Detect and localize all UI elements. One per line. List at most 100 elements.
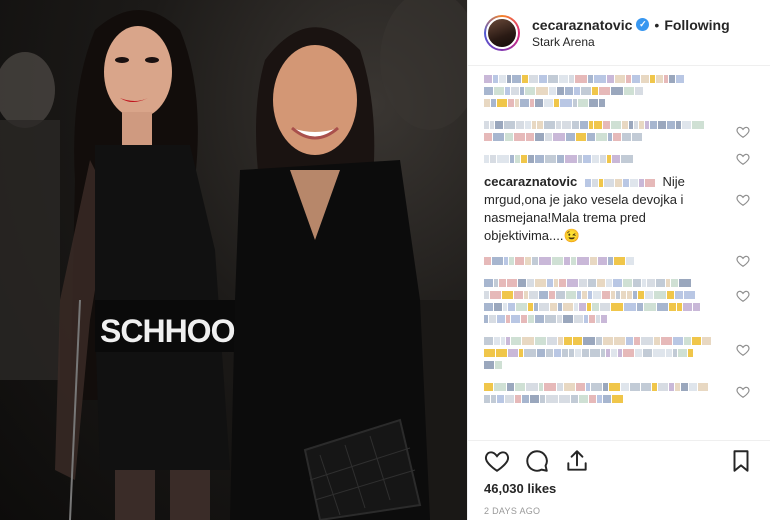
pixel-block bbox=[669, 303, 676, 311]
pixel-block bbox=[550, 303, 557, 311]
pixel-block bbox=[661, 337, 672, 345]
pixel-block bbox=[539, 303, 549, 311]
pixel-block bbox=[484, 291, 489, 299]
pixel-block bbox=[600, 155, 606, 163]
username-link[interactable]: cecaraznatovic bbox=[532, 17, 632, 33]
pixel-block bbox=[573, 337, 582, 345]
pixel-block bbox=[574, 303, 578, 311]
pixel-block bbox=[592, 87, 598, 95]
pixel-block bbox=[510, 155, 514, 163]
comment-item-owner-reply: cecaraznatovic Nije mrgud,ona je jako ve… bbox=[484, 173, 754, 245]
pixel-block bbox=[515, 383, 525, 391]
like-comment-heart-icon[interactable] bbox=[736, 152, 750, 166]
pixel-block bbox=[588, 75, 593, 83]
pixel-block bbox=[632, 75, 640, 83]
bookmark-save-icon[interactable] bbox=[728, 448, 754, 474]
pixel-block bbox=[576, 383, 585, 391]
pixel-block bbox=[515, 155, 520, 163]
pixel-block bbox=[641, 337, 653, 345]
pixel-block bbox=[508, 99, 514, 107]
pixel-block bbox=[515, 395, 521, 403]
pixel-block bbox=[505, 395, 514, 403]
pixel-block bbox=[495, 361, 502, 369]
like-comment-heart-icon[interactable] bbox=[736, 193, 750, 207]
pixel-block bbox=[491, 395, 496, 403]
pixel-block bbox=[698, 383, 708, 391]
pixel-block bbox=[511, 315, 520, 323]
pixel-block bbox=[536, 87, 548, 95]
pixel-block bbox=[650, 121, 657, 129]
like-comment-heart-icon[interactable] bbox=[736, 385, 750, 399]
pixel-block bbox=[532, 257, 538, 265]
pixel-block bbox=[494, 303, 502, 311]
pixel-block bbox=[564, 257, 570, 265]
pixel-block bbox=[614, 337, 625, 345]
following-button[interactable]: Following bbox=[664, 17, 729, 33]
pixel-block bbox=[623, 279, 632, 287]
comment-bubble-icon[interactable] bbox=[524, 448, 550, 474]
post-sidebar: cecaraznatovic ✓ • Following Stark Arena bbox=[467, 0, 770, 520]
pixel-block bbox=[592, 155, 599, 163]
pixel-block bbox=[600, 303, 610, 311]
comment-item bbox=[484, 279, 754, 323]
pixel-block bbox=[560, 99, 572, 107]
pixel-block bbox=[490, 155, 496, 163]
pixel-block bbox=[535, 279, 546, 287]
pixel-block bbox=[652, 383, 657, 391]
like-comment-heart-icon[interactable] bbox=[736, 343, 750, 357]
pixelated-text bbox=[484, 337, 728, 345]
header-text: cecaraznatovic ✓ • Following Stark Arena bbox=[532, 17, 730, 49]
pixel-block bbox=[612, 155, 620, 163]
pixel-block bbox=[528, 315, 534, 323]
share-upload-icon[interactable] bbox=[564, 448, 590, 474]
pixel-block bbox=[603, 121, 610, 129]
pixel-block bbox=[554, 349, 561, 357]
like-comment-heart-icon[interactable] bbox=[736, 289, 750, 303]
pixel-block bbox=[544, 383, 556, 391]
pixel-block bbox=[484, 315, 488, 323]
pixel-block bbox=[611, 303, 623, 311]
pixel-block bbox=[641, 75, 649, 83]
pixel-block bbox=[591, 383, 602, 391]
pixel-block bbox=[494, 337, 500, 345]
pixel-block bbox=[643, 349, 652, 357]
pixel-block bbox=[514, 133, 525, 141]
pixel-block bbox=[638, 291, 644, 299]
pixel-block bbox=[546, 349, 553, 357]
pixel-block bbox=[601, 349, 605, 357]
comment-text: cecaraznatovic Nije mrgud,ona je jako ve… bbox=[484, 173, 728, 245]
pixel-block bbox=[492, 257, 503, 265]
avatar[interactable] bbox=[484, 14, 520, 51]
comments-list[interactable]: cecaraznatovic Nije mrgud,ona je jako ve… bbox=[468, 66, 770, 440]
pixel-block bbox=[484, 121, 489, 129]
likes-count[interactable]: 46,030 likes bbox=[484, 481, 754, 496]
like-comment-heart-icon[interactable] bbox=[736, 125, 750, 139]
location-link[interactable]: Stark Arena bbox=[532, 35, 730, 49]
verified-badge-icon: ✓ bbox=[636, 18, 650, 31]
pixel-block bbox=[616, 291, 620, 299]
pixel-block bbox=[575, 349, 581, 357]
post-timestamp[interactable]: 2 DAYS AGO bbox=[484, 506, 754, 516]
pixel-block bbox=[549, 291, 555, 299]
pixel-block bbox=[505, 133, 513, 141]
comment-item bbox=[484, 152, 754, 166]
comment-username[interactable]: cecaraznatovic bbox=[484, 174, 577, 189]
pixel-block bbox=[580, 121, 588, 129]
pixel-block bbox=[589, 315, 595, 323]
like-heart-icon[interactable] bbox=[484, 448, 510, 474]
pixel-block bbox=[579, 395, 588, 403]
pixel-block bbox=[525, 87, 535, 95]
like-comment-heart-icon[interactable] bbox=[736, 254, 750, 268]
pixel-block bbox=[682, 121, 691, 129]
pixel-block bbox=[584, 315, 588, 323]
pixel-block bbox=[549, 87, 556, 95]
pixel-block bbox=[524, 349, 536, 357]
pixel-block bbox=[702, 337, 711, 345]
pixel-block bbox=[574, 315, 583, 323]
post-photo[interactable]: SCHHOOSO bbox=[0, 0, 467, 520]
pixel-block bbox=[594, 75, 606, 83]
pixel-block bbox=[689, 383, 697, 391]
pixel-block bbox=[641, 383, 651, 391]
pixel-block bbox=[504, 121, 515, 129]
pixel-block bbox=[505, 87, 510, 95]
